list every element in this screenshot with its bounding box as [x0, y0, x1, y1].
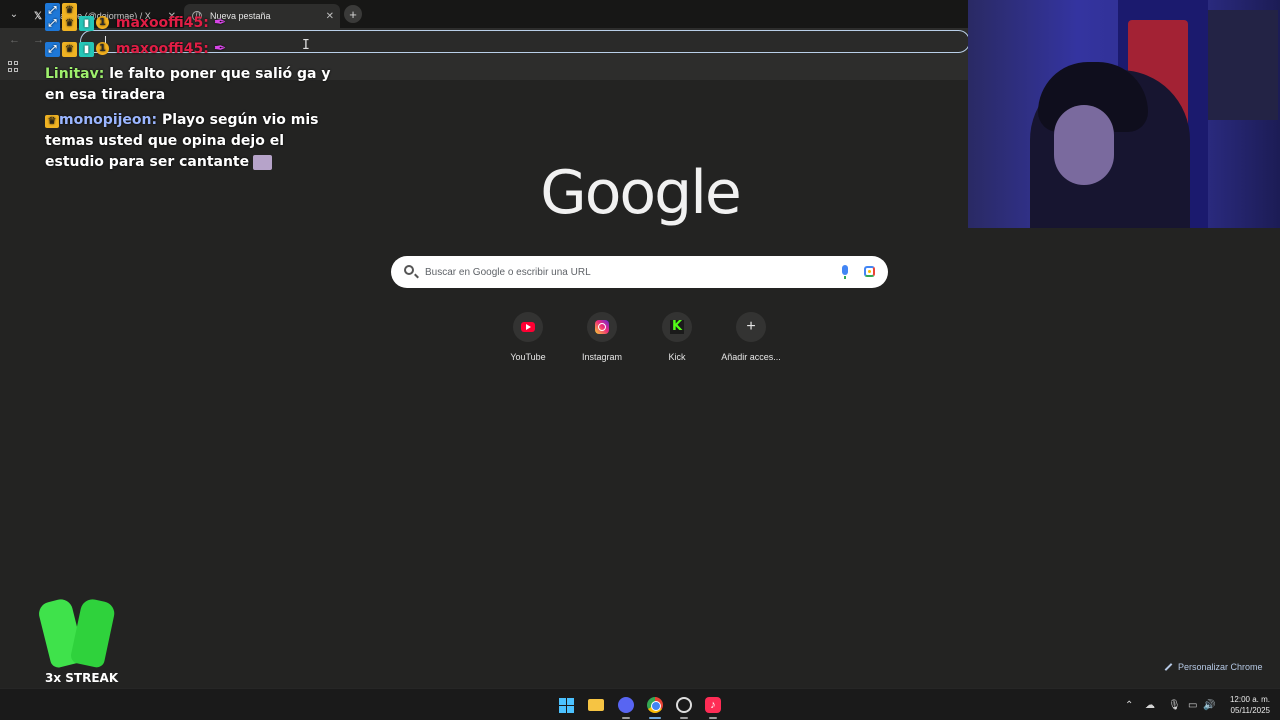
shortcut-label: Añadir acces...: [721, 352, 781, 362]
forward-button[interactable]: →: [33, 34, 44, 46]
discord-button[interactable]: [616, 695, 636, 719]
webcam-feed: [968, 0, 1280, 228]
cloud-icon[interactable]: ☁: [1145, 700, 1155, 711]
chrome-icon: [647, 697, 663, 713]
shortcut-label: Instagram: [581, 352, 623, 362]
clock-time: 12:00 a. m.: [1229, 695, 1270, 704]
badge-icon: ▮: [79, 41, 94, 57]
folder-icon: [588, 699, 604, 711]
badge-icon: ⤢: [45, 15, 60, 31]
feather-icon: ✒: [213, 13, 227, 31]
crown-icon: ♛: [62, 15, 77, 31]
google-lens-icon[interactable]: [864, 266, 875, 277]
search-input[interactable]: [425, 263, 815, 281]
volume-icon[interactable]: 🔊: [1203, 700, 1215, 711]
feather-icon: ✒: [213, 39, 227, 57]
close-tab-icon[interactable]: ✕: [326, 11, 334, 22]
shortcut-label: Kick: [668, 352, 686, 362]
chat-username: maxooffi45:: [115, 15, 209, 31]
shortcut-youtube[interactable]: YouTube: [488, 312, 568, 362]
chat-message: ⤢ ♛ ▮ 1 maxooffi45: ✒: [45, 12, 226, 34]
search-box[interactable]: [391, 256, 888, 288]
streak-hands-icon: [36, 592, 117, 670]
system-clock[interactable]: 12:00 a. m. 05/11/2025: [1222, 694, 1270, 716]
discord-icon: [618, 697, 634, 713]
network-icon[interactable]: ▭: [1188, 700, 1197, 711]
github-icon: [676, 697, 692, 713]
chrome-button[interactable]: [645, 695, 665, 719]
kick-icon: K: [670, 319, 684, 334]
chat-message: Linitav: le falto poner que salió ga y e…: [45, 64, 335, 106]
clock-date: 05/11/2025: [1230, 706, 1270, 715]
tiktok-icon: ♪: [705, 697, 721, 713]
shortcut-instagram[interactable]: Instagram: [562, 312, 642, 362]
start-button[interactable]: [556, 695, 576, 715]
badge-icon: ▮: [79, 15, 94, 31]
customize-label: Personalizar Chrome: [1178, 662, 1263, 672]
add-shortcut-button[interactable]: + Añadir acces...: [711, 312, 791, 362]
ibeam-cursor-icon: I: [302, 38, 310, 53]
chat-message: ⤢ ♛ ▮ 1 maxooffi45: ✒: [45, 38, 226, 60]
chevron-up-icon[interactable]: ⌃: [1125, 700, 1133, 711]
taskbar: ♪ ⌃ ☁ 🎙 ▭ 🔊 12:00 a. m. 05/11/2025: [0, 688, 1280, 720]
pencil-icon: [1164, 663, 1173, 671]
badge-icon: ⤢: [45, 41, 60, 57]
chat-username: maxooffi45:: [115, 41, 209, 57]
crown-icon: ♛: [62, 41, 77, 57]
windows-icon: [558, 697, 574, 713]
github-button[interactable]: [674, 695, 694, 719]
microphone-icon[interactable]: 🎙: [1168, 700, 1181, 711]
shortcut-kick[interactable]: K Kick: [637, 312, 717, 362]
streak-label: 3x STREAK: [45, 671, 119, 685]
customize-chrome-button[interactable]: Personalizar Chrome: [1156, 657, 1271, 677]
chat-username: Linitav:: [45, 66, 105, 82]
microphone-icon[interactable]: [842, 265, 848, 279]
youtube-icon: [521, 322, 535, 332]
x-logo-icon: 𝕏: [34, 10, 43, 22]
file-explorer-button[interactable]: [586, 695, 606, 715]
shortcut-label: YouTube: [510, 352, 546, 362]
sub-badge-icon: 1: [96, 41, 109, 55]
plus-icon: +: [746, 318, 756, 335]
new-tab-button[interactable]: +: [344, 5, 362, 23]
apps-grid-icon[interactable]: [8, 61, 19, 72]
crown-icon: ♛: [45, 115, 59, 128]
instagram-icon: [595, 320, 609, 334]
tab-search-button[interactable]: ⌄: [4, 4, 24, 24]
back-button[interactable]: ←: [9, 34, 20, 46]
search-icon: [404, 265, 414, 275]
tiktok-button[interactable]: ♪: [703, 695, 723, 719]
sub-badge-icon: 1: [96, 15, 109, 29]
chat-username: monopijeon:: [59, 112, 158, 128]
